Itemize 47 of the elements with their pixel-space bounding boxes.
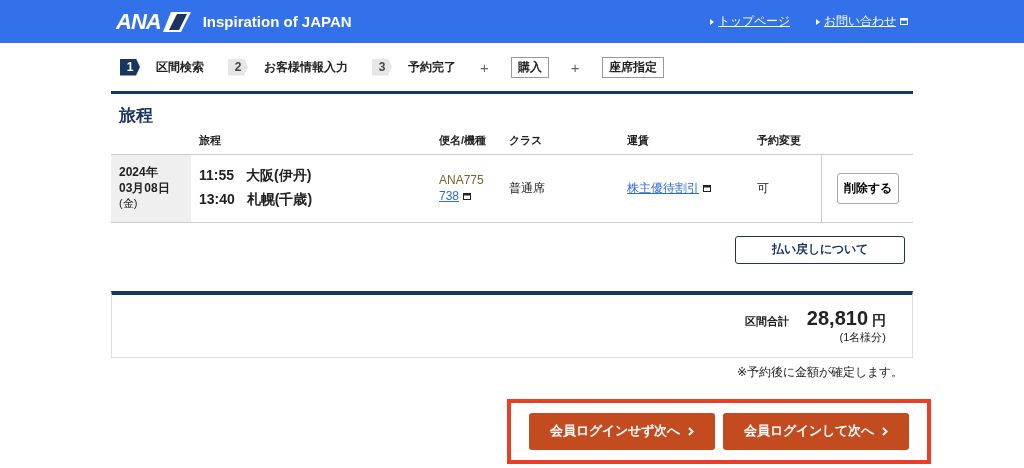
column-header: クラス — [501, 133, 619, 155]
new-window-icon — [463, 192, 472, 200]
column-header: 便名/機種 — [431, 133, 501, 155]
arrival-airport: 札幌(千歳) — [246, 191, 313, 210]
header-link[interactable]: トップページ — [710, 13, 790, 30]
step-label: お客様情報入力 — [264, 58, 348, 76]
footnote: ※予約後に金額が確定します。 — [736, 364, 903, 379]
column-header: 予約変更 — [749, 133, 821, 155]
step-label: 区間検索 — [156, 58, 204, 76]
arrival-time: 13:40 — [199, 191, 235, 210]
next-button[interactable]: 会員ログインせず次へ — [529, 412, 715, 450]
departure-time: 11:55 — [199, 167, 235, 186]
flight-number: ANA775 — [439, 173, 485, 188]
step-number: 3 — [372, 58, 392, 76]
step-label: 予約完了 — [408, 58, 456, 76]
chevron-icon — [882, 426, 888, 436]
passenger-note: (1名様分) — [839, 329, 886, 345]
logo-stripes-icon — [162, 11, 191, 32]
delete-button[interactable]: 削除する — [836, 172, 899, 204]
aircraft-link[interactable]: 738 — [439, 189, 460, 204]
chevron-icon — [688, 426, 694, 436]
tagline: Inspiration of JAPAN — [202, 13, 352, 30]
plus-sign: + — [480, 58, 489, 76]
change-text: 可 — [757, 179, 770, 197]
optional-step: 購入 — [510, 56, 549, 78]
triangle-icon — [816, 18, 820, 25]
total-label: 区間合計 — [744, 313, 789, 329]
departure-airport: 大阪(伊丹) — [246, 167, 312, 186]
header-link[interactable]: お問い合わせ — [816, 13, 908, 30]
triangle-icon — [710, 18, 714, 25]
next-button[interactable]: 会員ログインして次へ — [723, 412, 909, 450]
total-amount: 28,810 — [806, 306, 868, 330]
step-number: 1 — [120, 58, 140, 76]
logo-text: ANA — [116, 8, 161, 35]
date-cell: 2024年 03月08日 (金) — [111, 155, 191, 223]
plus-sign: + — [570, 58, 580, 76]
currency-unit: 円 — [872, 311, 886, 330]
section-title: 旅程 — [117, 105, 154, 127]
column-header: 旅程 — [191, 133, 431, 155]
column-header: 運賃 — [619, 133, 749, 155]
step-number: 2 — [228, 58, 248, 76]
fare-link[interactable]: 株主優待割引 — [627, 179, 699, 197]
new-window-icon — [703, 184, 711, 192]
new-window-icon — [900, 18, 908, 25]
refund-button[interactable]: 払い戻しについて — [735, 235, 905, 264]
optional-step: 座席指定 — [601, 56, 664, 78]
class-text: 普通席 — [509, 179, 546, 197]
